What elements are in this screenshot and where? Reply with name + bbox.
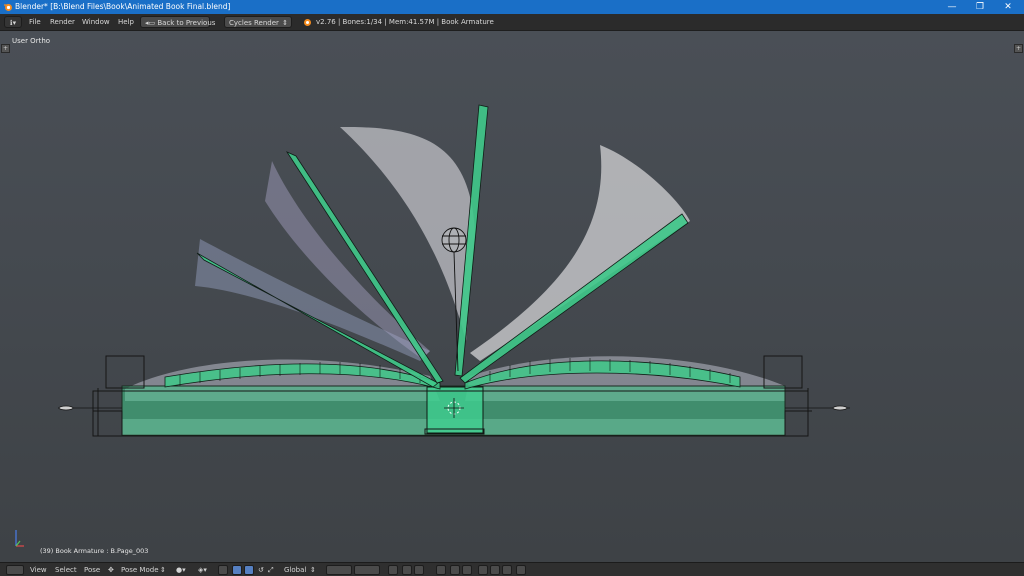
menu-window[interactable]: Window bbox=[82, 14, 110, 30]
chevron-down-icon: ⇕ bbox=[282, 19, 288, 27]
layers-block-2[interactable] bbox=[354, 565, 380, 575]
render-preview-icon[interactable] bbox=[478, 565, 488, 575]
scale-icon[interactable]: ⤢ bbox=[268, 563, 274, 576]
rotate-icon[interactable]: ↺ bbox=[258, 563, 264, 576]
blender-logo-icon bbox=[4, 4, 12, 11]
back-icon: ◂▭ bbox=[145, 19, 158, 27]
mode-icon: ✥ bbox=[108, 566, 114, 574]
editor-type-select[interactable] bbox=[6, 565, 24, 575]
tool-shelf-toggle[interactable]: + bbox=[1, 44, 10, 53]
info-header: ℹ▾ File Render Window Help ◂▭ Back to Pr… bbox=[0, 14, 1024, 31]
window-title: Blender* [B:\Blend Files\Book\Animated B… bbox=[15, 2, 231, 11]
lock-icon[interactable] bbox=[388, 565, 398, 575]
blender-window: Blender* [B:\Blend Files\Book\Animated B… bbox=[0, 0, 1024, 576]
manipulator-toggle-icon[interactable] bbox=[218, 565, 228, 575]
orientation-select[interactable]: Global bbox=[284, 563, 306, 576]
menu-select[interactable]: Select bbox=[55, 563, 77, 576]
render-engine-icon bbox=[304, 19, 311, 26]
shading-icon[interactable]: ●▾ bbox=[176, 563, 186, 576]
view-label: User Ortho bbox=[12, 37, 51, 45]
mode-chevron-icon: ⇕ bbox=[160, 566, 166, 574]
back-button-label: Back to Previous bbox=[157, 19, 216, 27]
3d-view-header: View Select Pose ✥ Pose Mode ⇕ ●▾ ◈▾ ↺ ⤢… bbox=[0, 562, 1024, 576]
auto-key-icon[interactable] bbox=[516, 565, 526, 575]
mode-select[interactable]: Pose Mode bbox=[121, 563, 159, 576]
keyframe-icon[interactable] bbox=[490, 565, 500, 575]
back-to-previous-button[interactable]: ◂▭ Back to Previous bbox=[140, 16, 215, 28]
menu-help[interactable]: Help bbox=[118, 14, 134, 30]
proportional-icon[interactable] bbox=[436, 565, 446, 575]
menu-file[interactable]: File bbox=[29, 14, 41, 30]
render-engine-select[interactable]: Cycles Render ⇕ bbox=[224, 16, 292, 28]
menu-render[interactable]: Render bbox=[50, 14, 75, 30]
menu-pose[interactable]: Pose bbox=[84, 563, 100, 576]
manipulator-icon[interactable] bbox=[232, 565, 242, 575]
snap-icon[interactable] bbox=[450, 565, 460, 575]
close-button[interactable]: ✕ bbox=[994, 0, 1022, 14]
render-engine-label: Cycles Render bbox=[229, 19, 279, 27]
book-armature-scene[interactable] bbox=[0, 31, 1024, 562]
minimize-button[interactable]: — bbox=[938, 0, 966, 14]
keying-set-icon[interactable] bbox=[502, 565, 512, 575]
snap-target-icon[interactable] bbox=[462, 565, 472, 575]
menu-view[interactable]: View bbox=[30, 563, 47, 576]
axis-gizmo-icon bbox=[15, 530, 24, 547]
scene-stats: v2.76 | Bones:1/34 | Mem:41.57M | Book A… bbox=[316, 18, 494, 26]
properties-toggle[interactable]: + bbox=[1014, 44, 1023, 53]
maximize-button[interactable]: ❐ bbox=[966, 0, 994, 14]
pose-copy-icon[interactable] bbox=[402, 565, 412, 575]
title-bar: Blender* [B:\Blend Files\Book\Animated B… bbox=[0, 0, 1024, 14]
object-info: (39) Book Armature : B.Page_003 bbox=[40, 547, 149, 555]
3d-viewport[interactable]: User Ortho + + (39) Book Armature : B.Pa… bbox=[0, 31, 1024, 562]
translate-icon[interactable] bbox=[244, 565, 254, 575]
orientation-chevron-icon: ⇕ bbox=[310, 566, 316, 574]
pivot-icon[interactable]: ◈▾ bbox=[198, 563, 207, 576]
pose-paste-icon[interactable] bbox=[414, 565, 424, 575]
info-editor-icon[interactable]: ℹ▾ bbox=[4, 16, 22, 28]
layers-block-1[interactable] bbox=[326, 565, 352, 575]
